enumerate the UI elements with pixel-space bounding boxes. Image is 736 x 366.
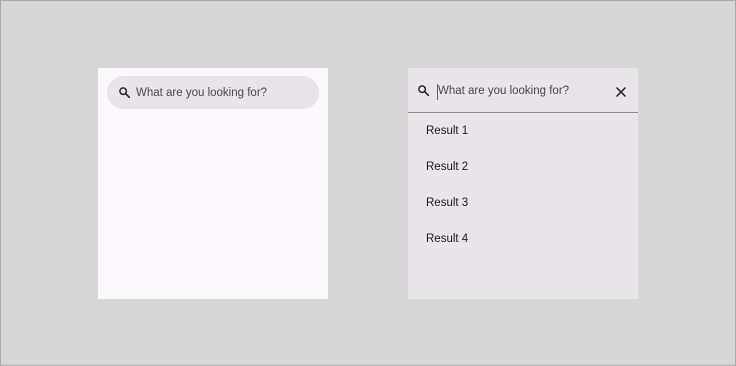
result-item[interactable]: Result 3: [408, 185, 638, 221]
result-item[interactable]: Result 2: [408, 149, 638, 185]
result-item[interactable]: Result 4: [408, 221, 638, 257]
result-item[interactable]: Result 1: [408, 114, 638, 149]
canvas: What are you looking for? Result 1: [0, 0, 736, 366]
search-bar-placeholder: What are you looking for?: [136, 86, 268, 99]
search-view-panel: Result 1 Result 2 Result 3 Result 4: [408, 68, 638, 299]
search-bar-panel: What are you looking for?: [98, 68, 328, 299]
search-icon: [417, 84, 431, 98]
search-input[interactable]: [437, 82, 608, 100]
search-icon: [117, 86, 131, 100]
search-results-list: Result 1 Result 2 Result 3 Result 4: [408, 114, 638, 257]
search-view-header: [408, 68, 638, 113]
text-cursor: [437, 84, 438, 100]
search-bar[interactable]: What are you looking for?: [107, 76, 319, 109]
close-icon[interactable]: [615, 85, 627, 97]
